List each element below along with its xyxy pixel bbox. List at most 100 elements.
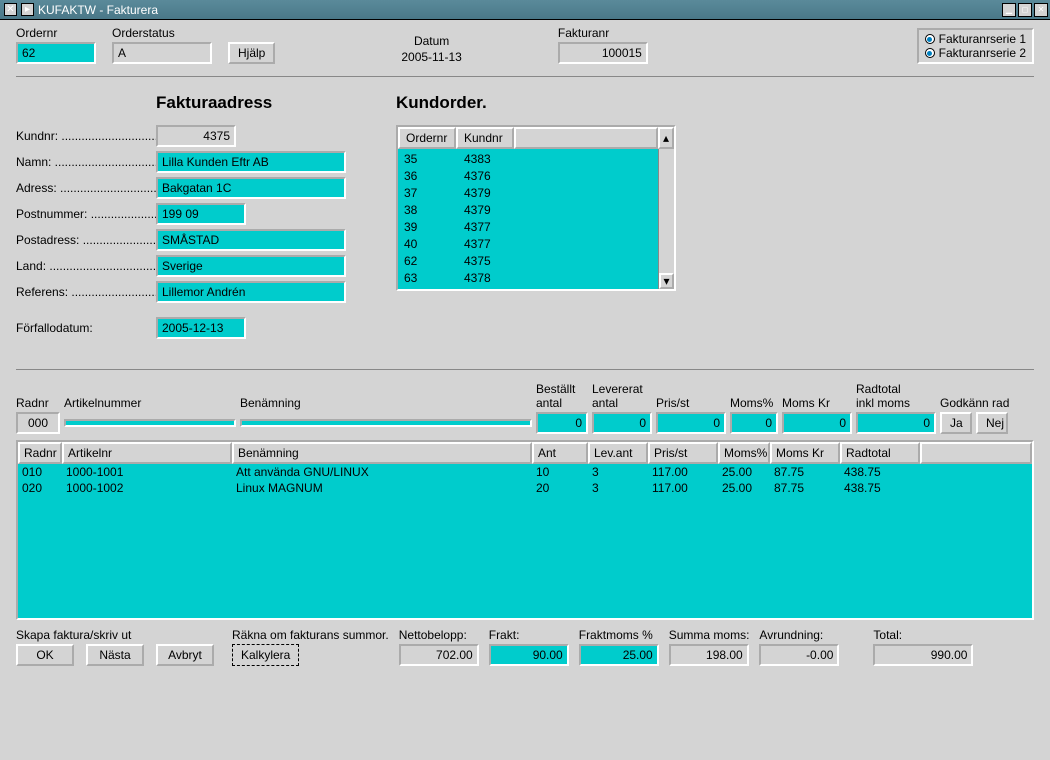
postadr-input[interactable]: SMÅSTAD: [156, 229, 346, 251]
line-row[interactable]: 0101000-1001Att använda GNU/LINUX103117.…: [18, 464, 1032, 480]
bestallt-input[interactable]: 0: [536, 412, 588, 434]
frakt-label: Frakt:: [489, 628, 569, 642]
summamoms-label: Summa moms:: [669, 628, 750, 642]
lh-ant[interactable]: Ant: [532, 442, 588, 464]
land-input[interactable]: Sverige: [156, 255, 346, 277]
godkann-label: Godkänn rad: [940, 396, 1020, 410]
help-button[interactable]: Hjälp: [228, 42, 275, 64]
lh-momskr[interactable]: Moms Kr: [770, 442, 840, 464]
minimize-icon[interactable]: ▁: [1002, 3, 1016, 17]
namn-label: Namn:: [16, 155, 156, 169]
appmenu-icon[interactable]: ▸: [21, 3, 34, 16]
radnr-label: Radnr: [16, 396, 60, 410]
postadr-label: Postadress:: [16, 233, 156, 247]
ko-header-ordernr[interactable]: Ordernr: [398, 127, 456, 149]
radio-on-icon: [925, 48, 935, 58]
fakturaadress-title: Fakturaadress: [156, 93, 356, 113]
scroll-down-icon[interactable]: ▾: [659, 273, 674, 289]
rakna-label: Räkna om fakturans summor.: [232, 628, 389, 642]
kundorder-row[interactable]: 634378: [398, 270, 658, 287]
kundorder-row[interactable]: 404377: [398, 236, 658, 253]
serie-group: Fakturanrserie 1 Fakturanrserie 2: [917, 28, 1034, 64]
scroll-up-icon[interactable]: ▴: [658, 127, 674, 149]
radtotal-input[interactable]: 0: [856, 412, 936, 434]
namn-input[interactable]: Lilla Kunden Eftr AB: [156, 151, 346, 173]
benamn-label: Benämning: [240, 396, 532, 410]
ordernr-input[interactable]: 62: [16, 42, 96, 64]
kundorder-row[interactable]: 624375: [398, 253, 658, 270]
referens-label: Referens:: [16, 285, 156, 299]
lh-levant[interactable]: Lev.ant: [588, 442, 648, 464]
kundnr-value[interactable]: 4375: [156, 125, 236, 147]
momskr-label: Moms Kr: [782, 396, 852, 410]
ordernr-label: Ordernr: [16, 26, 96, 40]
window-title: KUFAKTW - Fakturera: [38, 3, 158, 17]
kalkylera-button[interactable]: Kalkylera: [232, 644, 299, 666]
land-label: Land:: [16, 259, 156, 273]
fraktmoms-input[interactable]: 25.00: [579, 644, 659, 666]
lh-benamn[interactable]: Benämning: [232, 442, 532, 464]
serie1-radio[interactable]: Fakturanrserie 1: [925, 32, 1026, 46]
ko-header-kundnr[interactable]: Kundnr: [456, 127, 514, 149]
serie2-radio[interactable]: Fakturanrserie 2: [925, 46, 1026, 60]
total-label: Total:: [873, 628, 973, 642]
ko-header-spacer: [514, 127, 658, 149]
lh-radnr[interactable]: Radnr: [18, 442, 62, 464]
postnr-input[interactable]: 199 09: [156, 203, 246, 225]
forfallo-label: Förfallodatum:: [16, 321, 156, 335]
skapa-label: Skapa faktura/skriv ut: [16, 628, 214, 642]
sysmenu-icon[interactable]: ✕: [4, 3, 17, 16]
momsp-label: Moms%: [730, 396, 778, 410]
kundorder-row[interactable]: 394377: [398, 219, 658, 236]
momskr-input[interactable]: 0: [782, 412, 852, 434]
pris-input[interactable]: 0: [656, 412, 726, 434]
momsp-input[interactable]: 0: [730, 412, 778, 434]
kundorder-row[interactable]: 384379: [398, 202, 658, 219]
kundorder-grid[interactable]: Ordernr Kundnr ▴ 35438336437637437938437…: [396, 125, 676, 291]
artnr-label: Artikelnummer: [64, 396, 236, 410]
lh-spacer: [920, 442, 1032, 464]
maximize-icon[interactable]: ◻: [1018, 3, 1032, 17]
avrundning-value: -0.00: [759, 644, 839, 666]
orderstatus-label: Orderstatus: [112, 26, 212, 40]
kundorder-title: Kundorder.: [396, 93, 686, 113]
adress-input[interactable]: Bakgatan 1C: [156, 177, 346, 199]
fakturanr-label: Fakturanr: [558, 26, 648, 40]
forfallo-input[interactable]: 2005-12-13: [156, 317, 246, 339]
benamn-input[interactable]: [240, 419, 532, 427]
kundorder-row[interactable]: 354383: [398, 151, 658, 168]
titlebar: ✕ ▸ KUFAKTW - Fakturera ▁ ◻ ✕: [0, 0, 1050, 20]
close-icon[interactable]: ✕: [1034, 3, 1048, 17]
netto-value: 702.00: [399, 644, 479, 666]
lines-grid[interactable]: Radnr Artikelnr Benämning Ant Lev.ant Pr…: [16, 440, 1034, 620]
orderstatus-input[interactable]: A: [112, 42, 212, 64]
artnr-input[interactable]: [64, 419, 236, 427]
summamoms-value: 198.00: [669, 644, 749, 666]
lh-artnr[interactable]: Artikelnr: [62, 442, 232, 464]
referens-input[interactable]: Lillemor Andrén: [156, 281, 346, 303]
ja-button[interactable]: Ja: [940, 412, 972, 434]
avbryt-button[interactable]: Avbryt: [156, 644, 214, 666]
kundorder-row[interactable]: 374379: [398, 185, 658, 202]
datum-label: Datum: [414, 34, 449, 48]
line-row[interactable]: 0201000-1002Linux MAGNUM203117.0025.0087…: [18, 480, 1032, 496]
frakt-input[interactable]: 90.00: [489, 644, 569, 666]
lh-momsp[interactable]: Moms%: [718, 442, 770, 464]
lh-radtot[interactable]: Radtotal: [840, 442, 920, 464]
ok-button[interactable]: OK: [16, 644, 74, 666]
levererat-input[interactable]: 0: [592, 412, 652, 434]
nasta-button[interactable]: Nästa: [86, 644, 144, 666]
fakturanr-value: 100015: [558, 42, 648, 64]
avrundning-label: Avrundning:: [759, 628, 839, 642]
nej-button[interactable]: Nej: [976, 412, 1008, 434]
radnr-input[interactable]: 000: [16, 412, 60, 434]
pris-label: Pris/st: [656, 396, 726, 410]
fraktmoms-label: Fraktmoms %: [579, 628, 659, 642]
total-value: 990.00: [873, 644, 973, 666]
datum-value: 2005-11-13: [401, 50, 462, 64]
postnr-label: Postnummer:: [16, 207, 156, 221]
kundnr-label: Kundnr:: [16, 129, 156, 143]
kundorder-row[interactable]: 364376: [398, 168, 658, 185]
adress-label: Adress:: [16, 181, 156, 195]
lh-pris[interactable]: Pris/st: [648, 442, 718, 464]
